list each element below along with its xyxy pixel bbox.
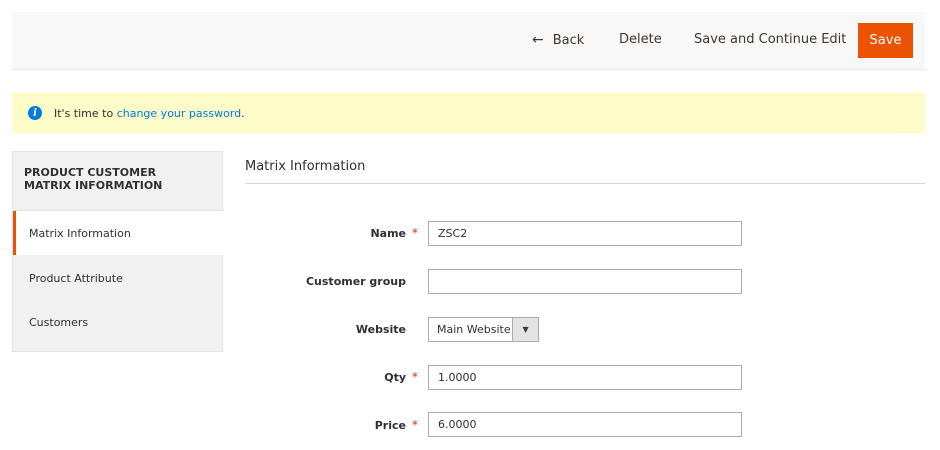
qty-input[interactable]: 1.0000	[428, 365, 742, 390]
required-mark: *	[412, 418, 418, 432]
required-mark: *	[412, 226, 418, 240]
info-icon: i	[28, 106, 42, 120]
sidebar-item-matrix-information[interactable]: Matrix Information	[13, 211, 224, 255]
change-password-link[interactable]: change your password	[117, 107, 241, 120]
save-and-continue-button[interactable]: Save and Continue Edit	[694, 32, 846, 47]
password-notice: i It's time to change your password.	[12, 93, 925, 133]
notice-text: It's time to	[54, 106, 114, 120]
notice-text-end: .	[241, 106, 245, 120]
website-select[interactable]: Main Website ▼	[428, 317, 539, 342]
sidebar: PRODUCT CUSTOMER MATRIX INFORMATION Matr…	[12, 151, 224, 352]
qty-label: Qty	[384, 371, 406, 384]
price-label: Price	[374, 419, 406, 432]
chevron-down-icon[interactable]: ▼	[512, 318, 538, 341]
website-label: Website	[355, 323, 406, 336]
customer-group-label: Customer group	[305, 275, 406, 288]
section-divider	[245, 183, 925, 184]
required-mark: *	[412, 370, 418, 384]
customer-group-input[interactable]	[428, 269, 742, 294]
save-button[interactable]: Save	[858, 23, 913, 58]
back-label: Back	[552, 33, 585, 48]
back-arrow-icon: ←	[532, 32, 544, 48]
sidebar-item-label: Matrix Information	[29, 226, 131, 240]
sidebar-item-label: Product Attribute	[29, 271, 123, 285]
sidebar-item-customers[interactable]: Customers	[13, 300, 224, 344]
name-input[interactable]: ZSC2	[428, 221, 742, 246]
sidebar-title: PRODUCT CUSTOMER MATRIX INFORMATION	[24, 166, 163, 192]
page-actions-bar: ← Back Delete Save and Continue Edit Save	[12, 12, 925, 70]
delete-button[interactable]: Delete	[619, 32, 662, 47]
sidebar-item-label: Customers	[29, 315, 89, 329]
sidebar-item-product-attribute[interactable]: Product Attribute	[13, 256, 224, 300]
price-input[interactable]: 6.0000	[428, 412, 742, 437]
section-title: Matrix Information	[245, 159, 366, 174]
back-button[interactable]: ← Back	[532, 32, 584, 48]
website-selected-value: Main Website	[437, 323, 511, 336]
name-label: Name	[370, 227, 406, 240]
